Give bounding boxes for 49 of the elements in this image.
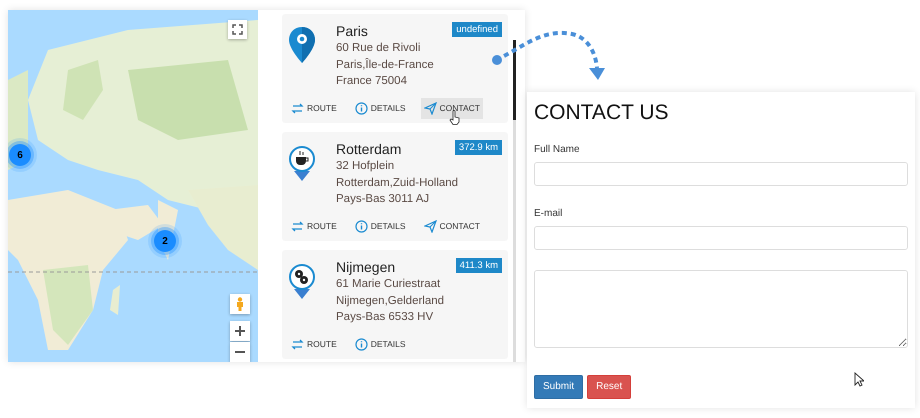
info-icon — [354, 102, 368, 115]
film-reel-icon — [288, 263, 316, 299]
message-field[interactable] — [534, 270, 908, 348]
distance-label: undefined — [452, 22, 502, 37]
zoom-in-icon — [235, 326, 245, 336]
route-link[interactable]: ROUTE — [288, 216, 340, 237]
field-label: E-mail — [534, 207, 564, 221]
fullscreen-button[interactable] — [228, 20, 247, 39]
address-line: Nijmegen,Gelderland — [336, 294, 446, 308]
location-name: Paris — [336, 22, 368, 40]
distance-label: 411.3 km — [456, 258, 502, 273]
paper-plane-icon — [424, 220, 437, 233]
info-icon — [354, 220, 368, 233]
details-link[interactable]: DETAILS — [352, 334, 409, 355]
address-line: Rotterdam,Zuid-Holland — [336, 176, 460, 190]
route-link[interactable]: ROUTE — [288, 334, 340, 355]
contact-link[interactable]: CONTACT — [420, 216, 483, 237]
arrows-icon — [291, 220, 304, 233]
submit-button[interactable]: Submit — [534, 375, 584, 399]
field-label: Full Name — [534, 143, 581, 157]
paper-plane-icon — [424, 102, 437, 115]
input-field[interactable] — [534, 226, 908, 250]
arrows-icon — [291, 102, 304, 115]
pointer-cursor-icon — [854, 372, 864, 387]
map-pin-icon — [288, 27, 316, 63]
address-line: 32 Hofplein — [336, 159, 396, 174]
distance-label: 372.9 km — [454, 140, 502, 155]
input-field[interactable] — [534, 162, 908, 186]
address-line: 60 Rue de Rivoli — [336, 41, 422, 56]
address-line: Paris,Île-de-France — [336, 57, 435, 72]
form-title: CONTACT US — [534, 100, 670, 126]
route-link[interactable]: ROUTE — [288, 98, 340, 119]
address-line: 61 Marie Curiestraat — [336, 277, 442, 292]
fullscreen-icon — [232, 24, 243, 35]
details-link[interactable]: DETAILS — [352, 216, 409, 237]
zoom-out-button[interactable] — [230, 342, 250, 362]
address-line: Pays-Bas 6533 HV — [336, 310, 434, 325]
reset-button[interactable]: Reset — [587, 375, 632, 399]
info-icon — [354, 338, 368, 351]
arrows-icon — [291, 338, 304, 351]
coffee-cup-icon — [288, 145, 316, 181]
zoom-in-button[interactable] — [230, 321, 250, 341]
address-line: France 75004 — [336, 74, 408, 89]
location-name: Rotterdam — [336, 140, 402, 158]
details-link[interactable]: DETAILS — [352, 98, 409, 119]
location-name: Nijmegen — [336, 258, 396, 276]
address-line: Pays-Bas 3011 AJ — [336, 192, 430, 207]
scrollbar[interactable] — [513, 40, 516, 362]
pegman-icon — [236, 297, 244, 311]
